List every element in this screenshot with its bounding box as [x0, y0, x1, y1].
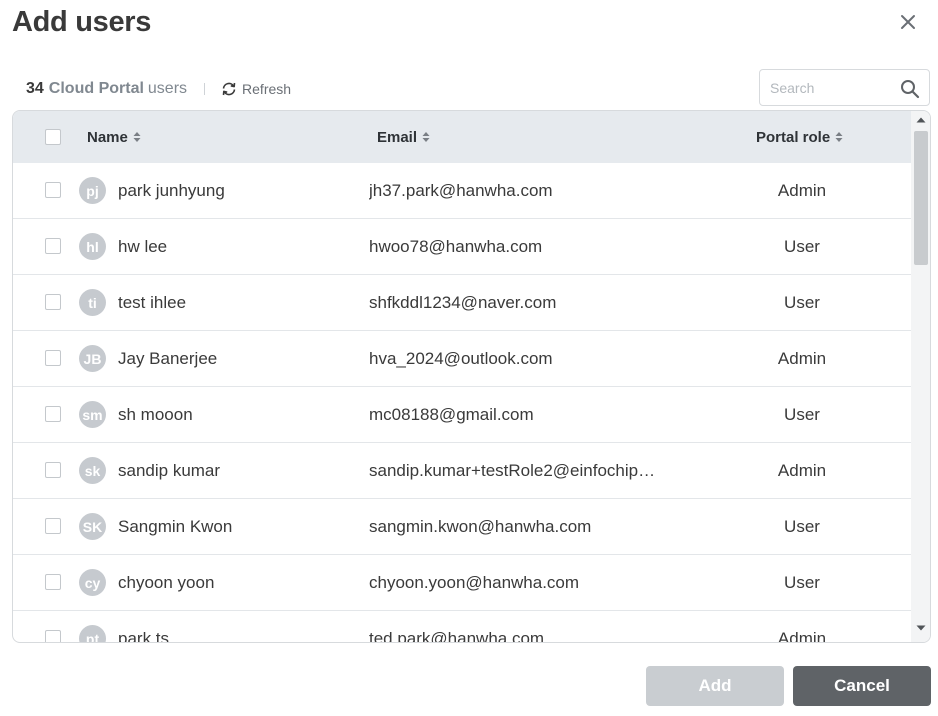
row-checkbox[interactable]	[45, 350, 61, 366]
table-scrollbar[interactable]	[911, 111, 930, 642]
column-label-email: Email	[377, 128, 418, 146]
refresh-button[interactable]: Refresh	[221, 81, 291, 97]
select-all-checkbox[interactable]	[45, 129, 61, 145]
table-row[interactable]: pt park ts ted.park@hanwha.com Admin	[13, 611, 911, 643]
refresh-icon	[222, 82, 236, 96]
close-icon	[901, 15, 915, 29]
users-suffix: users	[147, 80, 188, 97]
portal-label: Cloud Portal	[48, 80, 144, 97]
row-checkbox[interactable]	[45, 294, 61, 310]
user-toolbar: 34 Cloud Portal users Refresh	[26, 78, 291, 100]
row-checkbox[interactable]	[45, 182, 61, 198]
avatar: sm	[79, 401, 106, 428]
table-row[interactable]: JB Jay Banerjee hva_2024@outlook.com Adm…	[13, 331, 911, 387]
avatar: SK	[79, 513, 106, 540]
dialog-title: Add users	[12, 6, 152, 38]
table-row[interactable]: sm sh mooon mc08188@gmail.com User	[13, 387, 911, 443]
user-role: User	[784, 573, 820, 592]
table-row[interactable]: sk sandip kumar sandip.kumar+testRole2@e…	[13, 443, 911, 499]
user-name: hw lee	[118, 237, 168, 256]
row-checkbox[interactable]	[45, 574, 61, 590]
table-row[interactable]: ti test ihlee shfkddl1234@naver.com User	[13, 275, 911, 331]
column-header-role[interactable]: Portal role	[756, 111, 843, 163]
user-name: test ihlee	[118, 293, 187, 312]
table-header: Name Email Portal role	[13, 111, 911, 163]
user-role: User	[784, 293, 820, 312]
column-label-name: Name	[87, 128, 128, 146]
avatar: cy	[79, 569, 106, 596]
row-checkbox[interactable]	[45, 462, 61, 478]
add-button[interactable]: Add	[646, 666, 784, 706]
avatar: ti	[79, 289, 106, 316]
user-email: sangmin.kwon@hanwha.com	[369, 517, 592, 536]
user-role: User	[784, 405, 820, 424]
user-name: park junhyung	[118, 181, 225, 200]
user-role: Admin	[777, 349, 827, 368]
table-row[interactable]: SK Sangmin Kwon sangmin.kwon@hanwha.com …	[13, 499, 911, 555]
user-role: User	[784, 237, 820, 256]
users-table: Name Email Portal role pj park junhyung …	[12, 110, 931, 643]
user-name: Sangmin Kwon	[118, 517, 233, 536]
table-body: pj park junhyung jh37.park@hanwha.com Ad…	[13, 163, 911, 643]
refresh-label: Refresh	[242, 81, 292, 97]
close-button[interactable]	[894, 8, 922, 36]
column-header-name[interactable]: Name	[87, 111, 141, 163]
user-name: Jay Banerjee	[118, 349, 218, 368]
user-email: sandip.kumar+testRole2@einfochips.com	[369, 461, 659, 480]
scroll-thumb[interactable]	[914, 131, 928, 265]
row-checkbox[interactable]	[45, 238, 61, 254]
user-email: mc08188@gmail.com	[369, 405, 534, 424]
user-email: ted.park@hanwha.com	[369, 629, 545, 643]
toolbar-divider	[204, 83, 206, 95]
avatar: pj	[79, 177, 106, 204]
search-icon[interactable]	[900, 79, 920, 99]
user-role: Admin	[777, 181, 827, 200]
user-email: jh37.park@hanwha.com	[369, 181, 553, 200]
sort-icon	[835, 132, 843, 142]
table-row[interactable]: pj park junhyung jh37.park@hanwha.com Ad…	[13, 163, 911, 219]
user-role: User	[784, 517, 820, 536]
user-name: park ts	[118, 629, 170, 643]
user-email: shfkddl1234@naver.com	[369, 293, 557, 312]
table-row[interactable]: hl hw lee hwoo78@hanwha.com User	[13, 219, 911, 275]
user-email: chyoon.yoon@hanwha.com	[369, 573, 580, 592]
row-checkbox[interactable]	[45, 518, 61, 534]
sort-icon	[133, 132, 141, 142]
row-checkbox[interactable]	[45, 630, 61, 642]
row-checkbox[interactable]	[45, 406, 61, 422]
table-row[interactable]: cy chyoon yoon chyoon.yoon@hanwha.com Us…	[13, 555, 911, 611]
scroll-up-icon[interactable]	[916, 117, 926, 123]
user-count: 34	[26, 80, 44, 97]
avatar: sk	[79, 457, 106, 484]
user-name: chyoon yoon	[118, 573, 215, 592]
user-email: hwoo78@hanwha.com	[369, 237, 543, 256]
user-role: Admin	[777, 461, 827, 480]
column-header-email[interactable]: Email	[377, 111, 430, 163]
user-name: sandip kumar	[118, 461, 221, 480]
avatar: hl	[79, 233, 106, 260]
search-box	[759, 69, 930, 106]
sort-icon	[422, 132, 430, 142]
avatar: JB	[79, 345, 106, 372]
avatar: pt	[79, 625, 106, 642]
cancel-button[interactable]: Cancel	[793, 666, 931, 706]
user-name: sh mooon	[118, 405, 193, 424]
column-label-role: Portal role	[756, 128, 831, 146]
scroll-down-icon[interactable]	[916, 625, 926, 631]
user-email: hva_2024@outlook.com	[369, 349, 553, 368]
user-role: Admin	[777, 629, 827, 643]
search-input[interactable]	[770, 70, 890, 105]
